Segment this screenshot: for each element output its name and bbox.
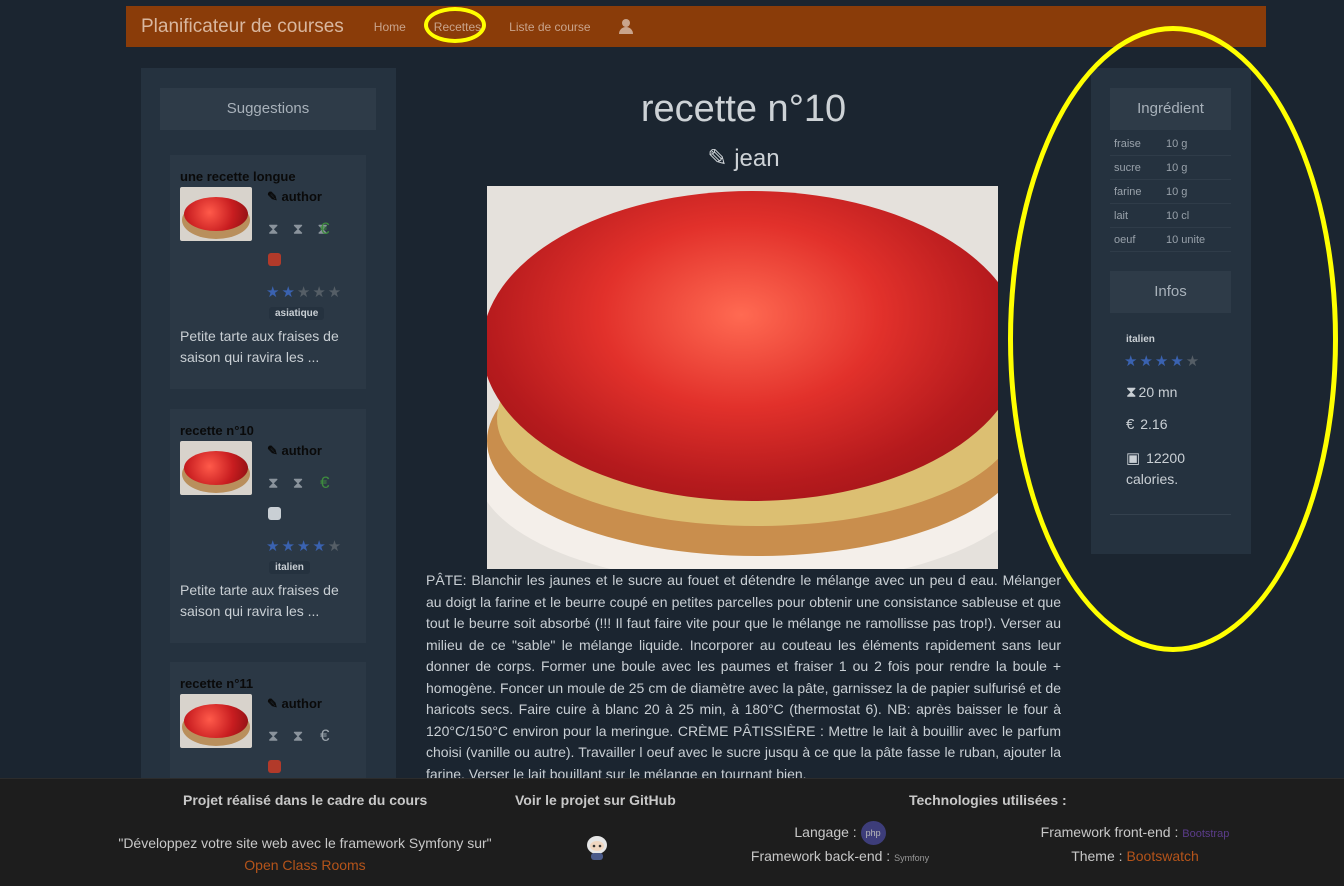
- footer-github-title: Voir le projet sur GitHub: [515, 792, 676, 808]
- card-author: ✎ author: [267, 189, 322, 204]
- category-badge: asiatique: [269, 307, 325, 320]
- suggestion-card[interactable]: recette n°11 ✎ author ⧗ ⧗ €: [170, 662, 366, 788]
- calories-icon: [268, 760, 281, 773]
- footer-frontend-tech: Framework front-end : Bootstrap Theme : …: [1040, 824, 1230, 864]
- top-navbar: Planificateur de courses Home Recettes L…: [126, 6, 1266, 47]
- recipe-thumbnail[interactable]: [180, 187, 252, 241]
- openclassrooms-link[interactable]: Open Class Rooms: [244, 857, 365, 873]
- user-icon[interactable]: [618, 19, 633, 34]
- suggestion-card[interactable]: recette n°10 ✎ author ⧗ ⧗ € ★★★★★ italie…: [170, 409, 366, 643]
- bootstrap-icon[interactable]: Bootstrap: [1182, 828, 1229, 840]
- nav-liste-de-course[interactable]: Liste de course: [509, 20, 590, 34]
- recipe-photo: [487, 186, 998, 569]
- card-description: Petite tarte aux fraises de saison qui r…: [180, 582, 339, 619]
- pencil-icon: ✎: [707, 145, 728, 172]
- card-title[interactable]: recette n°10: [180, 423, 254, 438]
- calories-icon: [268, 253, 281, 266]
- nav-home[interactable]: Home: [374, 20, 406, 34]
- recipe-instructions: PÂTE: Blanchir les jaunes et le sucre au…: [426, 572, 1061, 778]
- suggestions-sidebar: Suggestions une recette longue ✎ author …: [141, 68, 396, 788]
- recipe-author: ✎ jean: [707, 145, 780, 172]
- footer-course-title: Projet réalisé dans le cadre du cours: [183, 792, 428, 808]
- github-icon[interactable]: [586, 834, 608, 862]
- footer-tech-title: Technologies utilisées :: [909, 792, 1067, 808]
- suggestions-title: Suggestions: [160, 88, 376, 130]
- card-description: Petite tarte aux fraises de saison qui r…: [180, 328, 339, 365]
- euro-icon: €: [320, 219, 330, 238]
- suggestion-card[interactable]: une recette longue ✎ author ⧗ ⧗ ⧗ € ★★★★…: [170, 155, 366, 389]
- recipe-thumbnail[interactable]: [180, 441, 252, 495]
- footer-course-text: "Développez votre site web avec le frame…: [118, 835, 492, 873]
- hourglass-icon: ⧗ ⧗: [268, 475, 309, 492]
- euro-icon: €: [320, 473, 330, 492]
- php-icon[interactable]: php: [860, 821, 886, 846]
- symfony-icon[interactable]: Symfony: [894, 853, 929, 863]
- highlight-recettes-circle: [424, 7, 486, 43]
- rating-stars: ★★★★★: [266, 284, 344, 301]
- calories-icon: [268, 507, 281, 520]
- footer-backend-tech: Langage : php Framework back-end : Symfo…: [700, 821, 980, 869]
- card-title[interactable]: recette n°11: [180, 676, 253, 691]
- highlight-details-ellipse: [1008, 26, 1338, 652]
- footer: Projet réalisé dans le cadre du cours "D…: [0, 778, 1344, 886]
- recipe-title: recette n°10: [640, 88, 847, 130]
- category-badge: italien: [269, 561, 310, 574]
- card-author: ✎ author: [267, 696, 322, 711]
- rating-stars: ★★★★★: [266, 538, 344, 555]
- bootswatch-link[interactable]: Bootswatch: [1126, 848, 1198, 864]
- brand-link[interactable]: Planificateur de courses: [141, 16, 344, 38]
- euro-icon: €: [320, 726, 330, 745]
- card-author: ✎ author: [267, 443, 322, 458]
- card-title[interactable]: une recette longue: [180, 169, 296, 184]
- hourglass-icon: ⧗ ⧗: [268, 728, 309, 745]
- recipe-thumbnail[interactable]: [180, 694, 252, 748]
